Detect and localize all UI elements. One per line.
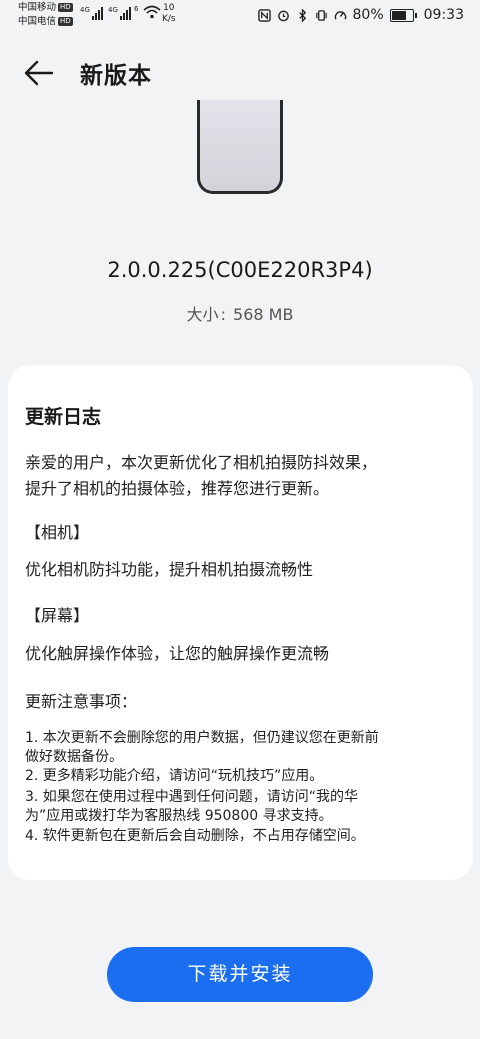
note-4: 4. 软件更新包在更新后会自动删除，不占用存储空间。	[25, 828, 365, 844]
bluetooth-icon	[298, 8, 306, 22]
battery-icon	[389, 8, 417, 22]
network-type-2: 4G	[108, 6, 118, 14]
battery-percent: 80%	[352, 7, 384, 23]
note-1-line-2: 做好数据备份。	[25, 749, 123, 765]
carrier-2-name: 中国电信	[18, 16, 57, 27]
network-type-1: 4G	[80, 6, 90, 14]
note-3-line-2: 为”应用或拨打华为客服热线 950800 寻求支持。	[25, 808, 333, 824]
carrier-1-name: 中国移动	[18, 2, 57, 13]
wifi-tag: 6	[134, 5, 139, 13]
back-arrow-icon	[24, 60, 54, 86]
network-speed: 10 K/s	[162, 3, 176, 25]
carrier-2: 中国电信 HD	[18, 16, 73, 27]
section-camera-text: 优化相机防抖功能，提升相机拍摄流畅性	[25, 560, 314, 579]
note-1-line-1: 1. 本次更新不会删除您的用户数据，但仍建议您在更新前	[25, 730, 379, 746]
wifi-icon: 6	[134, 5, 161, 23]
section-screen-title: 【屏幕】	[25, 606, 90, 625]
page-title: 新版本	[80, 63, 152, 89]
speedometer-icon	[334, 10, 346, 20]
version-number: 2.0.0.225(C00E220R3P4)	[107, 258, 373, 282]
intro-line-2: 提升了相机的拍摄体验，推荐您进行更新。	[25, 479, 330, 498]
section-camera-title: 【相机】	[25, 523, 90, 542]
intro-line-1: 亲爱的用户，本次更新优化了相机拍摄防抖效果，	[25, 453, 378, 472]
size-label: 大小	[186, 305, 219, 324]
section-screen-text: 优化触屏操作体验，让您的触屏操作更流畅	[25, 644, 330, 663]
status-bar: 中国移动 HD 中国电信 HD 4G 4G 6 10 K/s 80% 09:33	[0, 0, 480, 32]
download-install-button[interactable]: 下载并安装	[107, 947, 373, 1002]
changelog-title: 更新日志	[25, 406, 102, 428]
carrier-1: 中国移动 HD	[18, 2, 73, 13]
notes-title: 更新注意事项：	[25, 692, 138, 711]
phone-illustration	[197, 100, 283, 194]
alarm-icon	[277, 10, 289, 21]
hd-badge-1: HD	[58, 3, 73, 12]
nfc-icon	[257, 8, 271, 22]
speed-unit: K/s	[162, 14, 176, 24]
changelog-card: 更新日志 亲爱的用户，本次更新优化了相机拍摄防抖效果， 提升了相机的拍摄体验，推…	[8, 365, 473, 880]
signal-icon-1: 4G	[80, 6, 103, 20]
note-2: 2. 更多精彩功能介绍，请访问“玩机技巧”应用。	[25, 768, 324, 784]
back-button[interactable]	[22, 56, 56, 90]
size-value: 568 MB	[233, 305, 294, 324]
signal-icon-2: 4G	[108, 6, 131, 20]
speed-value: 10	[163, 3, 175, 13]
vibrate-icon	[315, 9, 327, 21]
package-size: 大小: 568 MB	[0, 301, 480, 325]
clock: 09:33	[423, 7, 464, 23]
battery-fill	[391, 10, 407, 20]
app-header: 新版本	[0, 52, 480, 92]
hd-badge-2: HD	[58, 17, 73, 26]
status-right: 80% 09:33	[257, 7, 464, 23]
size-separator: :	[220, 305, 226, 324]
note-3-line-1: 3. 如果您在使用过程中遇到任何问题，请访问“我的华	[25, 789, 359, 805]
